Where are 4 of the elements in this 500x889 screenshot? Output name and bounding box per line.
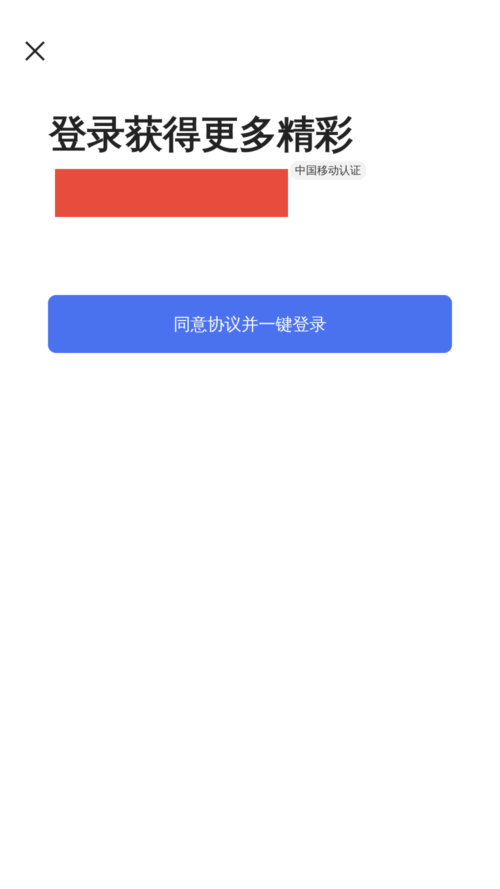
close-icon[interactable] [25, 41, 45, 61]
page-title: 登录获得更多精彩 [49, 111, 354, 157]
carrier-badge: 中国移动认证 [290, 161, 366, 180]
login-button[interactable]: 同意协议并一键登录 [48, 295, 452, 353]
